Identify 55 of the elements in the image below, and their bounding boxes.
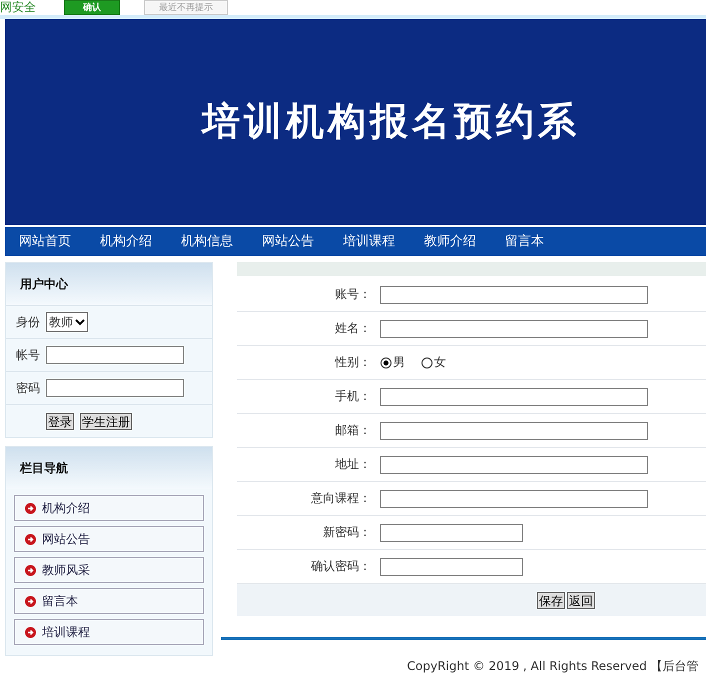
input-field[interactable] [380,286,648,304]
arrow-icon [25,502,36,514]
field-label: 确认密码： [310,558,371,575]
gender-radio[interactable]: 女 [421,354,446,371]
field-label: 账号： [334,286,371,303]
field-label: 新密码： [322,524,371,541]
arrow-icon [25,596,36,606]
field-label: 邮箱： [334,422,371,439]
password-field[interactable] [380,558,523,576]
field-label: 地址： [334,456,371,473]
field-label: 手机： [334,388,371,405]
save-button[interactable]: 保存 [537,592,565,608]
side-nav-link[interactable]: 培训课程 [14,619,204,645]
nav-link[interactable]: 机构介绍 [100,232,181,250]
input-field[interactable] [380,388,648,406]
nav-link[interactable]: 培训课程 [343,232,424,250]
nav-link[interactable]: 网站首页 [19,232,100,250]
arrow-icon [25,534,36,544]
confirm-button[interactable]: 确认 [64,0,120,15]
field-label: 意向课程： [310,490,371,507]
input-field[interactable] [380,456,648,474]
field-label: 姓名： [334,320,371,337]
input-field[interactable] [380,320,648,338]
account-label: 帐号 [16,346,40,364]
caret-icon [75,318,85,326]
panel-title: 用户中心 [20,276,68,292]
arrow-icon [25,626,36,638]
notice-text: 网安全 [0,0,37,16]
side-nav-link[interactable]: 机构介绍 [14,495,204,521]
panel-title: 栏目导航 [20,460,68,476]
account-field[interactable] [46,346,184,364]
password-label: 密码 [16,380,40,396]
password-field[interactable] [380,524,523,542]
side-nav-link[interactable]: 留言本 [14,588,204,614]
login-button[interactable]: 登录 [46,412,74,430]
register-button[interactable]: 学生注册 [80,412,132,430]
back-button[interactable]: 返回 [567,592,595,608]
role-select[interactable]: 教师 [46,312,88,332]
radio-icon [380,356,392,368]
nav-link[interactable]: 网站公告 [262,232,343,250]
password-field[interactable] [46,379,184,397]
side-nav-link[interactable]: 网站公告 [14,526,204,552]
gender-radio[interactable]: 男 [380,354,405,371]
field-label: 性别： [334,354,371,371]
input-field[interactable] [380,422,648,440]
nav-link[interactable]: 机构信息 [181,232,262,250]
radio-icon [421,356,433,368]
role-label: 身份 [16,314,40,330]
nav-link[interactable]: 教师介绍 [424,232,505,250]
input-field[interactable] [380,490,648,508]
banner-title: 培训机构报名预约系 [202,97,580,146]
nav-link[interactable]: 留言本 [505,232,586,250]
side-nav-link[interactable]: 教师风采 [14,557,204,583]
copyright-text: CopyRight © 2019 , All Rights Reserved 【后台管 [407,659,699,673]
arrow-icon [25,564,36,576]
